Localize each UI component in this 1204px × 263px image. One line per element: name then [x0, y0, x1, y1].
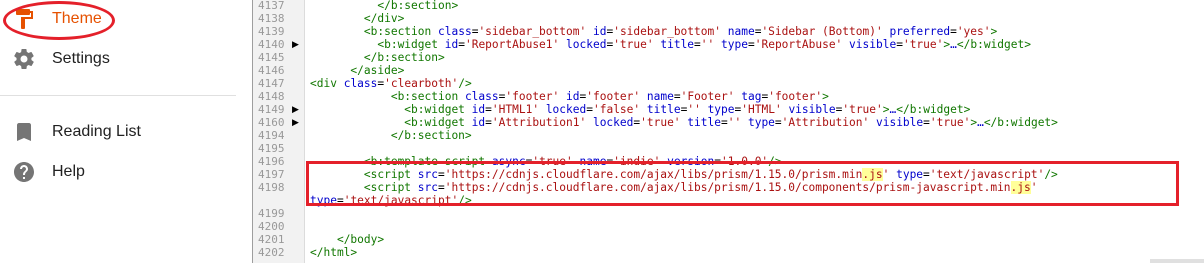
code-line: </b:section> [390, 129, 472, 142]
code-editor[interactable]: 4137 4138 4139 4140 ▶ 4145 4146 4147 4148 4149 ▶ 41… [252, 0, 1204, 263]
code-line: </aside> [350, 64, 405, 77]
code-line: </div> [363, 12, 405, 25]
line-number: 4148 [258, 90, 285, 103]
bookmark-icon [12, 120, 36, 144]
help-circle-icon [12, 160, 36, 184]
script-highlight-box [306, 161, 1179, 206]
code-line: <b:section class='sidebar_bottom' id='si… [363, 25, 998, 38]
line-number: 4138 [258, 12, 285, 25]
line-number: 4196 [258, 155, 285, 168]
line-number: 4202 [258, 246, 285, 259]
line-number: 4147 [258, 77, 285, 90]
line-number-gutter: 4137 4138 4139 4140 ▶ 4145 4146 4147 4148 4149 ▶ 41… [253, 0, 305, 263]
line-number: 4198 [258, 181, 285, 194]
sidebar: Theme Settings Reading List Help [0, 0, 236, 263]
code-line: </b:section> [377, 0, 459, 12]
line-number: 4149 [258, 103, 285, 116]
code-line: <div class='clearboth'/> [310, 77, 472, 90]
fold-arrow-icon[interactable]: ▶ [292, 38, 299, 51]
code-line: <b:widget id='HTML1' locked='false' titl… [404, 103, 971, 116]
line-number: 4197 [258, 168, 285, 181]
code-line: </body> [336, 233, 385, 246]
sidebar-item-label: Help [52, 163, 85, 180]
sidebar-item-label: Settings [52, 50, 110, 67]
line-number: 4137 [258, 0, 285, 12]
line-number: 4200 [258, 220, 285, 233]
line-number: 4139 [258, 25, 285, 38]
line-number: 4201 [258, 233, 285, 246]
code-line: <b:widget id='Attribution1' locked='true… [404, 116, 1058, 129]
sidebar-item-label: Reading List [52, 123, 141, 140]
sidebar-divider [0, 95, 236, 96]
code-line: </html> [310, 246, 358, 259]
line-number: 4199 [258, 207, 285, 220]
sidebar-item-reading-list[interactable]: Reading List [0, 116, 236, 148]
gear-icon [12, 47, 36, 71]
sidebar-item-settings[interactable]: Settings [0, 43, 236, 75]
fold-arrow-icon[interactable]: ▶ [292, 103, 299, 116]
code-line: <b:section class='footer' id='footer' na… [390, 90, 829, 103]
code-line: </b:section> [363, 51, 445, 64]
line-number: 4194 [258, 129, 285, 142]
theme-highlight-ellipse [3, 1, 115, 40]
code-line: <b:widget id='ReportAbuse1' locked='true… [377, 38, 1031, 51]
line-number: 4145 [258, 51, 285, 64]
line-number: 4195 [258, 142, 285, 155]
horizontal-scrollbar[interactable] [1150, 259, 1204, 263]
sidebar-item-help[interactable]: Help [0, 156, 236, 188]
fold-arrow-icon[interactable]: ▶ [292, 116, 299, 129]
line-number: 4160 [258, 116, 285, 129]
line-number: 4146 [258, 64, 285, 77]
line-number: 4140 [258, 38, 285, 51]
